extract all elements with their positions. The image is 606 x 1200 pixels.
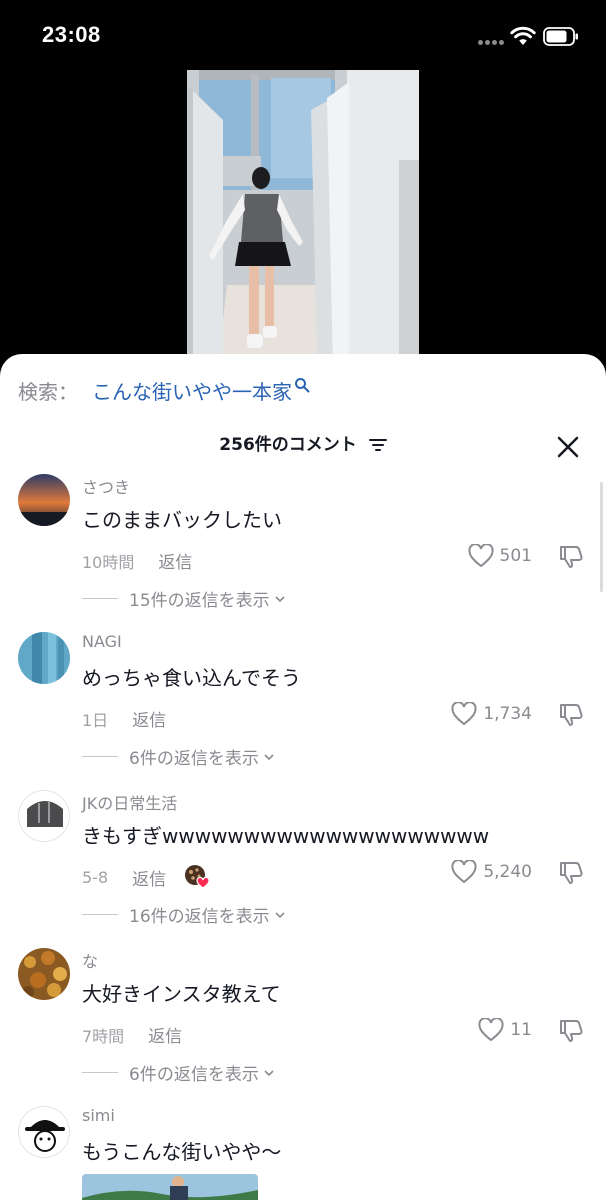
search-term-link[interactable]: こんな街いやや一本家 <box>92 376 292 405</box>
dislike-icon[interactable] <box>558 702 584 728</box>
comment-text: このままバックしたい <box>82 508 282 532</box>
like-count: 501 <box>499 546 532 566</box>
view-replies-button[interactable]: 16件の返信を表示 <box>82 902 286 927</box>
dislike-icon[interactable] <box>558 860 584 886</box>
comment-image[interactable] <box>82 1174 258 1200</box>
comment-time: 5-8 <box>82 867 109 887</box>
view-replies-label: 6件の返信を表示 <box>129 1065 259 1085</box>
avatar[interactable] <box>18 948 70 1000</box>
comment-text: きもすぎwwwwwwwwwwwwwwwwwwww <box>82 824 490 848</box>
view-replies-label: 15件の返信を表示 <box>129 591 270 611</box>
comment-username[interactable]: さつき <box>82 474 130 498</box>
comment-item: JKの日常生活 きもすぎwwwwwwwwwwwwwwwwwwww 5-8 返信 … <box>0 790 606 940</box>
heart-icon <box>451 860 477 884</box>
comments-sheet: 検索： こんな街いやや一本家 256件のコメント さつき このままバックしたい … <box>0 354 606 1200</box>
battery-icon <box>543 27 578 46</box>
avatar[interactable] <box>18 632 70 684</box>
reply-button[interactable]: 返信 <box>148 1022 182 1047</box>
comment-meta: 1日 返信 <box>82 706 166 732</box>
comment-count-title: 256件のコメント <box>219 435 357 455</box>
comment-username[interactable]: simi <box>82 1106 115 1125</box>
comment-time: 7時間 <box>82 1026 125 1046</box>
avatar[interactable] <box>18 790 70 842</box>
comment-text: もうこんな街いやや〜 <box>82 1140 282 1164</box>
comment-item: な 大好きインスタ教えて 7時間 返信 11 6件の返信を表示 <box>0 948 606 1098</box>
comment-meta: 10時間 返信 <box>82 548 192 574</box>
chevron-down-icon <box>264 1069 274 1076</box>
heart-icon <box>468 544 494 568</box>
dislike-icon[interactable] <box>558 1018 584 1044</box>
like-button[interactable]: 501 <box>468 544 532 568</box>
status-bar: 23:08 <box>0 0 606 70</box>
view-replies-label: 6件の返信を表示 <box>129 749 259 769</box>
view-replies-button[interactable]: 6件の返信を表示 <box>82 1060 275 1085</box>
comment-time: 1日 <box>82 710 109 730</box>
comments-header: 256件のコメント <box>0 430 606 460</box>
reply-button[interactable]: 返信 <box>158 548 192 573</box>
comment-username[interactable]: NAGI <box>82 632 122 651</box>
search-suggestion[interactable]: 検索： こんな街いやや一本家 <box>18 372 310 408</box>
like-count: 11 <box>510 1020 532 1040</box>
comment-item: simi もうこんな街いやや〜 <box>0 1106 606 1200</box>
comment-text: めっちゃ食い込んでそう <box>82 666 301 690</box>
reply-button[interactable]: 返信 <box>132 865 166 890</box>
like-count: 5,240 <box>483 862 532 882</box>
wifi-icon <box>510 26 536 45</box>
comment-meta: 7時間 返信 <box>82 1022 182 1048</box>
cellular-signal-icon <box>478 40 506 45</box>
chevron-down-icon <box>264 753 274 760</box>
avatar[interactable] <box>18 474 70 526</box>
comment-meta: 5-8 返信 <box>82 864 210 890</box>
like-button[interactable]: 11 <box>478 1018 532 1042</box>
search-icon <box>295 378 310 393</box>
like-button[interactable]: 5,240 <box>451 860 532 884</box>
view-replies-button[interactable]: 6件の返信を表示 <box>82 744 275 769</box>
comment-username[interactable]: な <box>82 948 98 972</box>
heart-icon <box>478 1018 504 1042</box>
comment-username[interactable]: JKの日常生活 <box>82 790 177 814</box>
avatar[interactable] <box>18 1106 70 1158</box>
comment-item: NAGI めっちゃ食い込んでそう 1日 返信 1,734 6件の返信を表示 <box>0 632 606 782</box>
dislike-icon[interactable] <box>558 544 584 570</box>
like-button[interactable]: 1,734 <box>451 702 532 726</box>
creator-liked-badge <box>184 864 210 890</box>
view-replies-button[interactable]: 15件の返信を表示 <box>82 586 286 611</box>
heart-icon <box>451 702 477 726</box>
comment-item: さつき このままバックしたい 10時間 返信 501 15件の返信を表示 <box>0 474 606 624</box>
view-replies-label: 16件の返信を表示 <box>129 907 270 927</box>
chevron-down-icon <box>275 911 285 918</box>
search-prefix: 検索： <box>18 379 78 404</box>
video-frame-image <box>187 70 419 370</box>
status-time: 23:08 <box>42 22 101 47</box>
close-icon[interactable] <box>556 435 580 459</box>
video-player[interactable] <box>187 70 419 370</box>
chevron-down-icon <box>275 595 285 602</box>
like-count: 1,734 <box>483 704 532 724</box>
comment-text: 大好きインスタ教えて <box>82 982 281 1006</box>
reply-button[interactable]: 返信 <box>132 706 166 731</box>
filter-icon[interactable] <box>368 438 387 452</box>
comment-time: 10時間 <box>82 552 135 572</box>
